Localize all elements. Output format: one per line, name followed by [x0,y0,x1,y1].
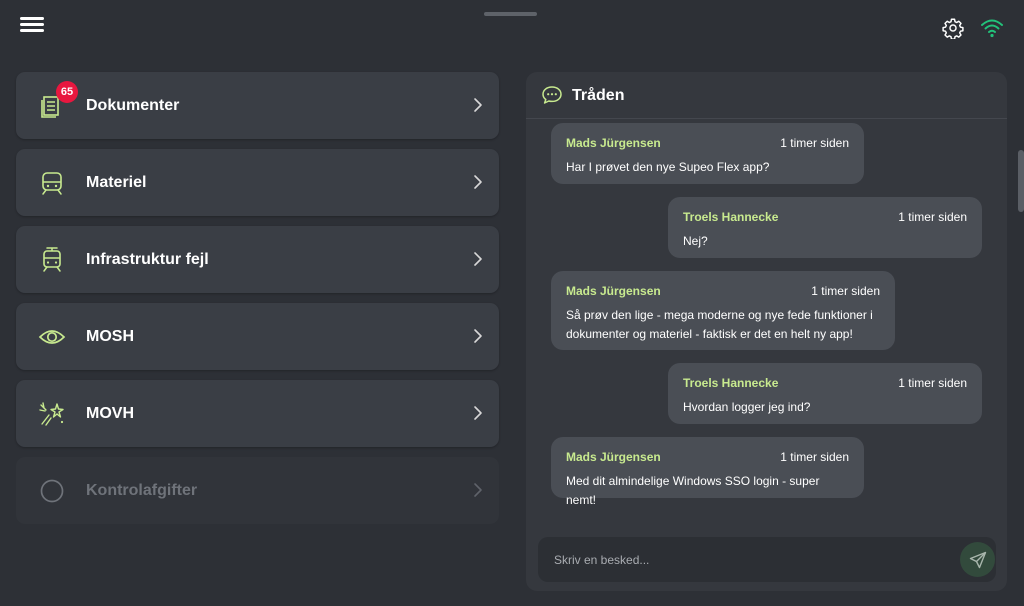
drag-handle[interactable] [484,12,537,16]
message-text: Hvordan logger jeg ind? [683,400,811,414]
app-root: 65 Dokumenter Materiel Infrastruktur fej… [0,0,1024,606]
message-text: Med dit almindelige Windows SSO login - … [566,474,820,507]
eye-icon [38,330,66,344]
message-time: 1 timer siden [898,376,967,390]
chat-message: Troels Hannecke 1 timer siden Hvordan lo… [668,363,982,424]
chevron-right-icon [474,483,482,497]
notification-badge: 65 [56,81,78,103]
menu-item-label: Materiel [86,173,147,191]
chevron-right-icon [474,406,482,420]
chevron-right-icon [474,98,482,112]
sparks-icon [39,402,64,426]
menu-item-infrastruktur-fejl[interactable]: Infrastruktur fejl [16,226,499,293]
circle-icon [40,479,64,503]
chat-message: Mads Jürgensen 1 timer siden Har I prøve… [551,123,864,184]
hamburger-icon-bar [20,29,44,32]
chat-header: Tråden [526,72,1007,119]
message-text: Nej? [683,234,708,248]
send-icon [969,551,986,568]
main-menu-list: 65 Dokumenter Materiel Infrastruktur fej… [16,72,499,534]
menu-item-movh[interactable]: MOVH [16,380,499,447]
chevron-right-icon [474,252,482,266]
train-icon [42,172,62,195]
message-time: 1 timer siden [898,210,967,224]
message-input[interactable] [554,549,934,571]
chat-panel: Tråden Mads Jürgensen 1 timer siden Har … [526,72,1007,591]
chat-message: Troels Hannecke 1 timer siden Nej? [668,197,982,258]
message-text: Har I prøvet den nye Supeo Flex app? [566,160,770,174]
message-text: Så prøv den lige - mega moderne og nye f… [566,306,880,344]
menu-item-kontrolafgifter[interactable]: Kontrolafgifter [16,457,499,524]
wifi-icon [981,19,1003,38]
message-time: 1 timer siden [780,450,849,464]
chat-bubble-icon [542,86,562,104]
hamburger-icon-bar [20,17,44,20]
chat-message: Mads Jürgensen 1 timer siden Så prøv den… [551,271,895,350]
page-scrollbar-thumb[interactable] [1018,150,1024,212]
menu-item-label: MOVH [86,404,134,422]
menu-item-label: Kontrolafgifter [86,481,198,499]
send-button[interactable] [960,542,995,577]
menu-item-label: Dokumenter [86,96,180,114]
message-composer [538,537,996,582]
chevron-right-icon [474,329,482,343]
hamburger-icon-bar [20,23,44,26]
menu-item-mosh[interactable]: MOSH [16,303,499,370]
chat-message: Mads Jürgensen 1 timer siden Med dit alm… [551,437,864,507]
tram-icon [43,247,61,272]
menu-item-materiel[interactable]: Materiel [16,149,499,216]
gear-icon[interactable] [942,17,964,39]
message-text-line: dokumenter og materiel - faktisk er det … [566,327,853,341]
hamburger-menu-button[interactable] [18,14,46,40]
menu-item-label: MOSH [86,327,134,345]
chevron-right-icon [474,175,482,189]
message-time: 1 timer siden [780,136,849,150]
message-time: 1 timer siden [811,284,880,298]
menu-item-dokumenter[interactable]: 65 Dokumenter [16,72,499,139]
menu-item-label: Infrastruktur fejl [86,250,209,268]
chat-title: Tråden [572,87,625,104]
message-text-line: Så prøv den lige - mega moderne og nye f… [566,308,873,322]
